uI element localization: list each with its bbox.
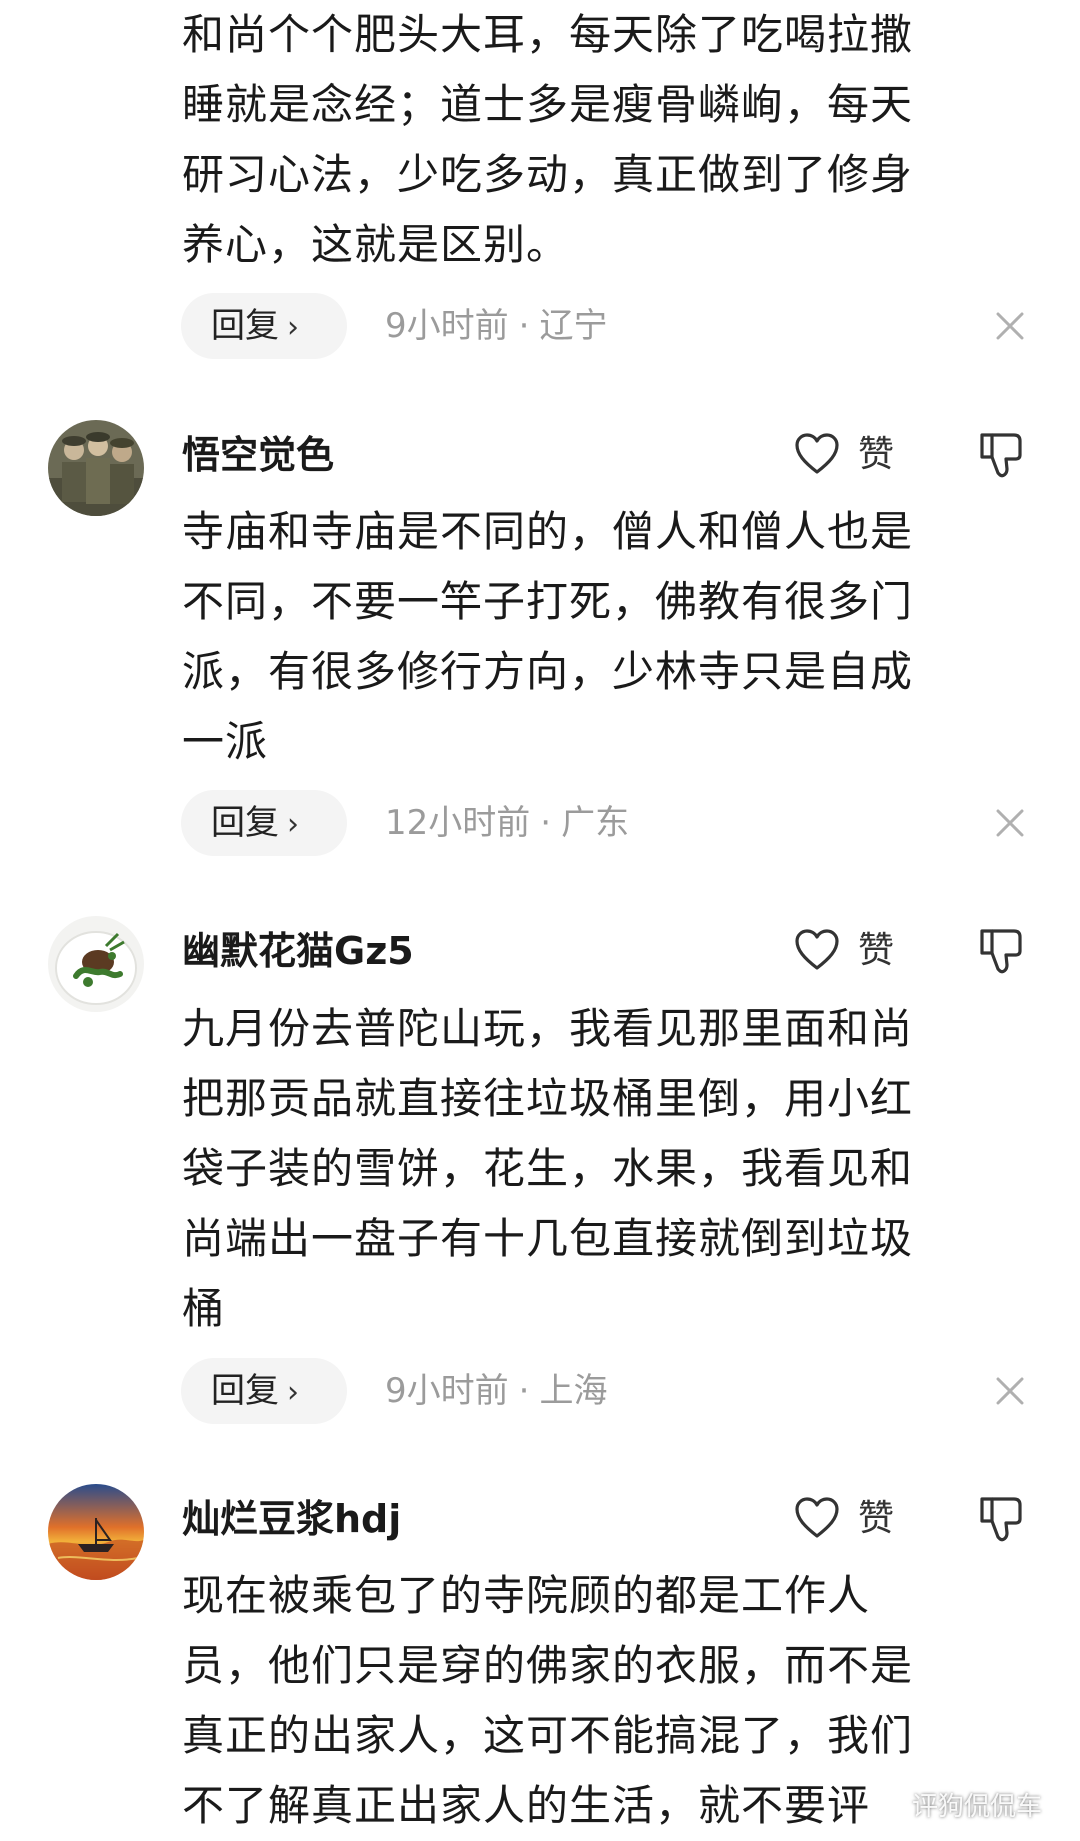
thumbs-down-icon[interactable] (976, 1491, 1026, 1547)
comment-line: 现在被乘包了的寺院顾的都是工作人 (182, 1571, 871, 1620)
watermark: 评狗侃侃车 (912, 1792, 1043, 1822)
like-button[interactable]: 赞 (794, 923, 914, 979)
reply-button[interactable]: 回复 › (181, 1358, 347, 1424)
thumbs-down-icon[interactable] (976, 427, 1026, 483)
chevron-right-icon: › (287, 310, 299, 345)
comment-line: 尚端出一盘子有十几包直接就倒到垃圾 (182, 1214, 914, 1263)
username[interactable]: 幽默花猫Gz5 (182, 923, 414, 979)
comment-time: 12小时前 (385, 803, 531, 843)
comment-meta: 12小时前 · 广东 (385, 803, 630, 843)
comment-location: 上海 (539, 1371, 608, 1411)
heart-outline-icon (795, 433, 839, 474)
thumbs-down-icon[interactable] (976, 923, 1026, 979)
like-label: 赞 (858, 434, 895, 475)
comment-text: 寺庙和寺庙是不同的，僧人和僧人也是 不同，不要一竿子打死，佛教有很多门 派，有很… (182, 497, 1012, 777)
comment-time: 9小时前 (385, 1371, 509, 1411)
comment-time: 9小时前 (385, 306, 509, 346)
close-icon[interactable] (992, 308, 1028, 344)
reply-button[interactable]: 回复 › (181, 293, 347, 359)
like-label: 赞 (858, 1498, 895, 1539)
comment-line: 研习心法，少吃多动，真正做到了修身 (182, 150, 914, 199)
reply-label: 回复 (211, 1371, 279, 1411)
comment-location: 广东 (561, 803, 630, 843)
like-button[interactable]: 赞 (794, 427, 914, 483)
comment-line: 袋子装的雪饼，花生，水果，我看见和 (182, 1144, 914, 1193)
like-button[interactable]: 赞 (794, 1491, 914, 1547)
username[interactable]: 灿烂豆浆hdj (182, 1491, 401, 1547)
comment-line: 睡就是念经；道士多是瘦骨嶙峋，每天 (182, 80, 914, 129)
chevron-right-icon: › (287, 807, 299, 842)
comment-line: 不了解真正出家人的生活，就不要评 (182, 1781, 871, 1830)
reply-label: 回复 (211, 306, 279, 346)
comment-line: 员，他们只是穿的佛家的衣服，而不是 (182, 1641, 914, 1690)
comment-line: 真正的出家人，这可不能搞混了，我们 (182, 1711, 914, 1760)
comment-meta: 9小时前 · 上海 (385, 1371, 608, 1411)
chevron-right-icon: › (287, 1375, 299, 1410)
comment-list-screen: 和尚个个肥头大耳，每天除了吃喝拉撒 睡就是念经；道士多是瘦骨嶙峋，每天 研习心法… (0, 0, 1080, 1839)
comment-line: 不同，不要一竿子打死，佛教有很多门 (182, 577, 914, 626)
comment-meta: 9小时前 · 辽宁 (385, 306, 608, 346)
heart-outline-icon (795, 929, 839, 970)
comment-text: 现在被乘包了的寺院顾的都是工作人 员，他们只是穿的佛家的衣服，而不是 真正的出家… (182, 1561, 1012, 1841)
comment-location: 辽宁 (539, 306, 608, 346)
like-label: 赞 (858, 930, 895, 971)
comment-line: 寺庙和寺庙是不同的，僧人和僧人也是 (182, 507, 914, 556)
comment-line: 把那贡品就直接往垃圾桶里倒，用小红 (182, 1074, 914, 1123)
comment-line: 九月份去普陀山玩，我看见那里面和尚 (182, 1004, 914, 1053)
username[interactable]: 悟空觉色 (182, 427, 334, 483)
close-icon[interactable] (992, 805, 1028, 841)
comment-line: 桶 (182, 1284, 226, 1333)
close-icon[interactable] (992, 1373, 1028, 1409)
comment-text: 和尚个个肥头大耳，每天除了吃喝拉撒 睡就是念经；道士多是瘦骨嶙峋，每天 研习心法… (182, 0, 1012, 280)
reply-button[interactable]: 回复 › (181, 790, 347, 856)
avatar[interactable] (48, 916, 144, 1012)
comment-line: 一派 (182, 717, 269, 766)
comment-line: 派，有很多修行方向，少林寺只是自成 (182, 647, 914, 696)
avatar[interactable] (48, 420, 144, 516)
comment-text: 九月份去普陀山玩，我看见那里面和尚 把那贡品就直接往垃圾桶里倒，用小红 袋子装的… (182, 994, 1012, 1344)
reply-label: 回复 (211, 803, 279, 843)
avatar[interactable] (48, 1484, 144, 1580)
comment-line: 和尚个个肥头大耳，每天除了吃喝拉撒 (182, 10, 914, 59)
comment-line: 养心，这就是区别。 (182, 220, 570, 269)
heart-outline-icon (795, 1497, 839, 1538)
